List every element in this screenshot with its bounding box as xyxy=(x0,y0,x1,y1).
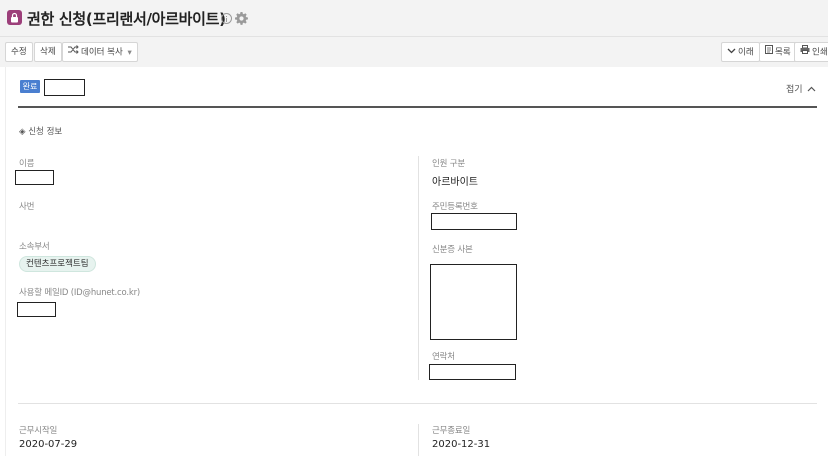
employee-no-label: 사번 xyxy=(19,202,35,212)
next-button[interactable]: 이래 xyxy=(721,42,760,62)
copy-data-button[interactable]: 데이터 복사 ▾ xyxy=(62,42,138,62)
print-label: 인쇄 xyxy=(812,47,828,58)
contact-field xyxy=(429,364,516,380)
end-date-value: 2020-12-31 xyxy=(432,439,491,450)
dropdown-caret-icon: ▾ xyxy=(127,47,132,58)
contact-label: 연락처 xyxy=(432,352,455,362)
email-label: 사용할 메일ID (ID@hunet.co.kr) xyxy=(19,288,141,298)
shuffle-icon xyxy=(68,43,79,61)
edit-button[interactable]: 수정 xyxy=(5,42,33,62)
collapse-toggle[interactable]: 접기 xyxy=(786,82,816,95)
info-icon[interactable] xyxy=(221,13,232,24)
name-label: 이름 xyxy=(19,159,35,169)
page-title: 권한 신청(프리랜서/아르바이트) xyxy=(27,10,226,28)
end-date-label: 근무종료일 xyxy=(432,426,471,436)
delete-button[interactable]: 삭제 xyxy=(34,42,62,62)
section-divider xyxy=(18,403,817,404)
collapse-label: 접기 xyxy=(786,85,803,95)
dept-label: 소속부서 xyxy=(19,242,50,252)
list-button[interactable]: 목록 xyxy=(759,42,797,62)
resident-no-field xyxy=(431,213,517,230)
dept-chip: 컨텐츠프로젝트팀 xyxy=(19,256,96,272)
email-field xyxy=(17,302,56,317)
gear-icon[interactable] xyxy=(235,12,248,25)
chevron-up-icon xyxy=(807,85,816,95)
column-divider xyxy=(418,156,419,380)
type-value: 아르바이트 xyxy=(432,177,478,188)
resident-no-label: 주민등록번호 xyxy=(432,202,478,212)
doc-number-box xyxy=(44,79,85,96)
type-label: 인원 구분 xyxy=(432,159,465,169)
list-icon xyxy=(765,43,773,61)
status-badge: 완료 xyxy=(20,80,40,93)
printer-icon xyxy=(800,43,810,61)
name-field xyxy=(15,170,54,185)
start-date-label: 근무시작일 xyxy=(19,426,58,436)
document-panel xyxy=(5,67,828,456)
chevron-down-icon xyxy=(727,43,736,61)
section-title: ◈ 신청 정보 xyxy=(19,127,63,137)
start-date-value: 2020-07-29 xyxy=(19,439,78,450)
lock-icon xyxy=(7,10,22,25)
date-divider xyxy=(418,424,419,456)
id-copy-label: 신분증 사본 xyxy=(432,245,473,255)
next-label: 이래 xyxy=(738,47,754,58)
header-divider xyxy=(18,106,817,108)
title-bar: 권한 신청(프리랜서/아르바이트) xyxy=(0,0,828,37)
toolbar: 수정 삭제 데이터 복사 ▾ 이래 목록 인쇄 xyxy=(0,37,828,67)
print-button[interactable]: 인쇄 xyxy=(794,42,828,62)
copy-data-label: 데이터 복사 xyxy=(81,47,123,58)
list-label: 목록 xyxy=(775,47,791,58)
id-copy-image xyxy=(430,264,517,340)
